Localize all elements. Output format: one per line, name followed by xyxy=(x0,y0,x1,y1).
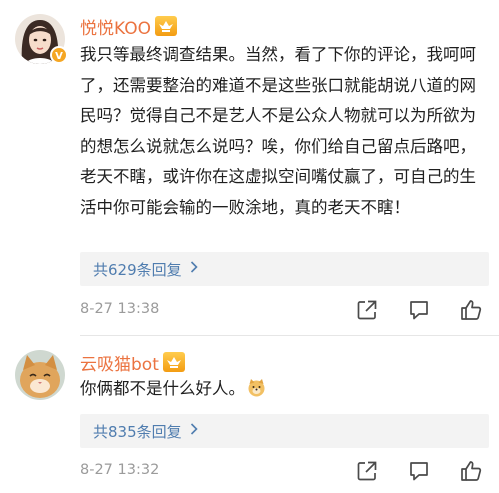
share-button[interactable] xyxy=(355,459,379,483)
comment-item: 云吸猫bot 你俩都不是什么好人。 共835条回复 8-27 13:32 xyxy=(0,336,499,493)
verified-icon: V xyxy=(55,51,63,62)
thumbs-up-icon xyxy=(461,461,482,481)
like-button[interactable] xyxy=(459,298,483,322)
chevron-right-icon xyxy=(190,261,198,277)
like-button[interactable] xyxy=(459,459,483,483)
verified-badge: V xyxy=(50,46,68,64)
share-icon xyxy=(357,300,377,320)
name-row: 悦悦KOO xyxy=(80,14,177,39)
username[interactable]: 云吸猫bot xyxy=(80,350,159,375)
share-button[interactable] xyxy=(355,298,379,322)
svg-text:V: V xyxy=(55,51,63,62)
replies-link[interactable]: 共835条回复 xyxy=(80,414,489,448)
timestamp: 8-27 13:32 xyxy=(80,462,160,478)
replies-count: 共629条回复 xyxy=(93,260,182,279)
comment-text: 你俩都不是什么好人。 xyxy=(80,379,245,398)
thumbs-up-icon xyxy=(461,300,482,320)
doge-emoji-icon xyxy=(247,377,266,397)
comment-item: V 悦悦KOO 我只等最终调查结果。当然，看了下你的评论，我呵呵了，还需要整治的… xyxy=(0,0,499,336)
replies-link[interactable]: 共629条回复 xyxy=(80,252,489,286)
timestamp: 8-27 13:38 xyxy=(80,301,160,317)
replies-count: 共835条回复 xyxy=(93,422,182,441)
avatar[interactable] xyxy=(15,350,65,400)
comment-button[interactable] xyxy=(407,298,431,322)
username[interactable]: 悦悦KOO xyxy=(80,14,151,39)
name-row: 云吸猫bot xyxy=(80,350,185,375)
comment-text-container: 你俩都不是什么好人。 xyxy=(80,374,490,405)
comment-meta: 8-27 13:38 xyxy=(80,296,490,324)
chevron-right-icon xyxy=(190,423,198,439)
comment-icon xyxy=(410,462,428,481)
comment-meta: 8-27 13:32 xyxy=(80,457,490,485)
vip-badge-icon xyxy=(162,352,185,372)
comment-text: 我只等最终调查结果。当然，看了下你的评论，我呵呵了，还需要整治的难道不是这些张口… xyxy=(80,45,476,217)
share-icon xyxy=(357,461,377,481)
comment-icon xyxy=(410,301,428,320)
vip-badge-icon xyxy=(154,16,177,36)
comment-button[interactable] xyxy=(407,459,431,483)
